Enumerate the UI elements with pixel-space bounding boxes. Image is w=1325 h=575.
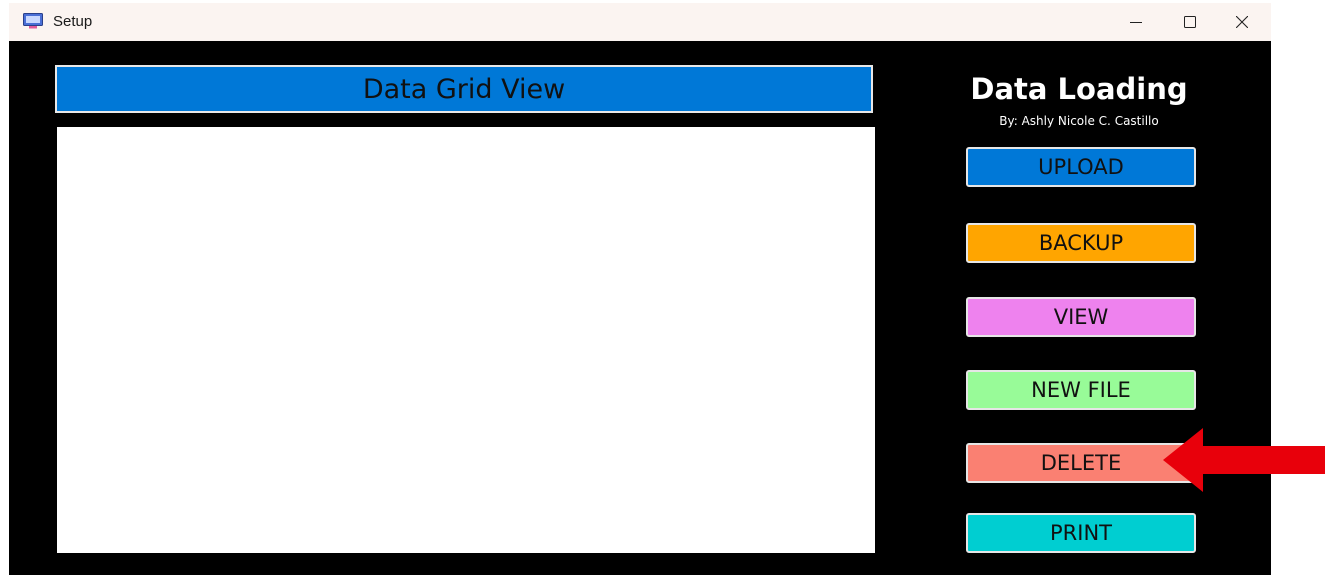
author-credit: By: Ashly Nicole C. Castillo (999, 114, 1159, 128)
minimize-icon (1130, 16, 1142, 28)
setup-app-icon (23, 13, 43, 29)
upload-button[interactable]: UPLOAD (966, 147, 1196, 187)
new-file-button[interactable]: NEW FILE (966, 370, 1196, 410)
title-bar[interactable]: Setup (9, 3, 1271, 41)
red-arrow-icon (1160, 426, 1325, 494)
backup-button[interactable]: BACKUP (966, 223, 1196, 263)
close-icon (1236, 16, 1248, 28)
minimize-button[interactable] (1113, 3, 1159, 41)
setup-window: Setup Data Grid View Data Loading By: As… (9, 3, 1271, 575)
maximize-icon (1184, 16, 1196, 28)
view-button[interactable]: VIEW (966, 297, 1196, 337)
data-grid-view[interactable] (57, 127, 875, 553)
data-grid-header: Data Grid View (55, 65, 873, 113)
window-title: Setup (53, 13, 93, 30)
close-button[interactable] (1219, 3, 1265, 41)
panel-title: Data Loading (970, 72, 1188, 106)
maximize-button[interactable] (1167, 3, 1213, 41)
print-button[interactable]: PRINT (966, 513, 1196, 553)
